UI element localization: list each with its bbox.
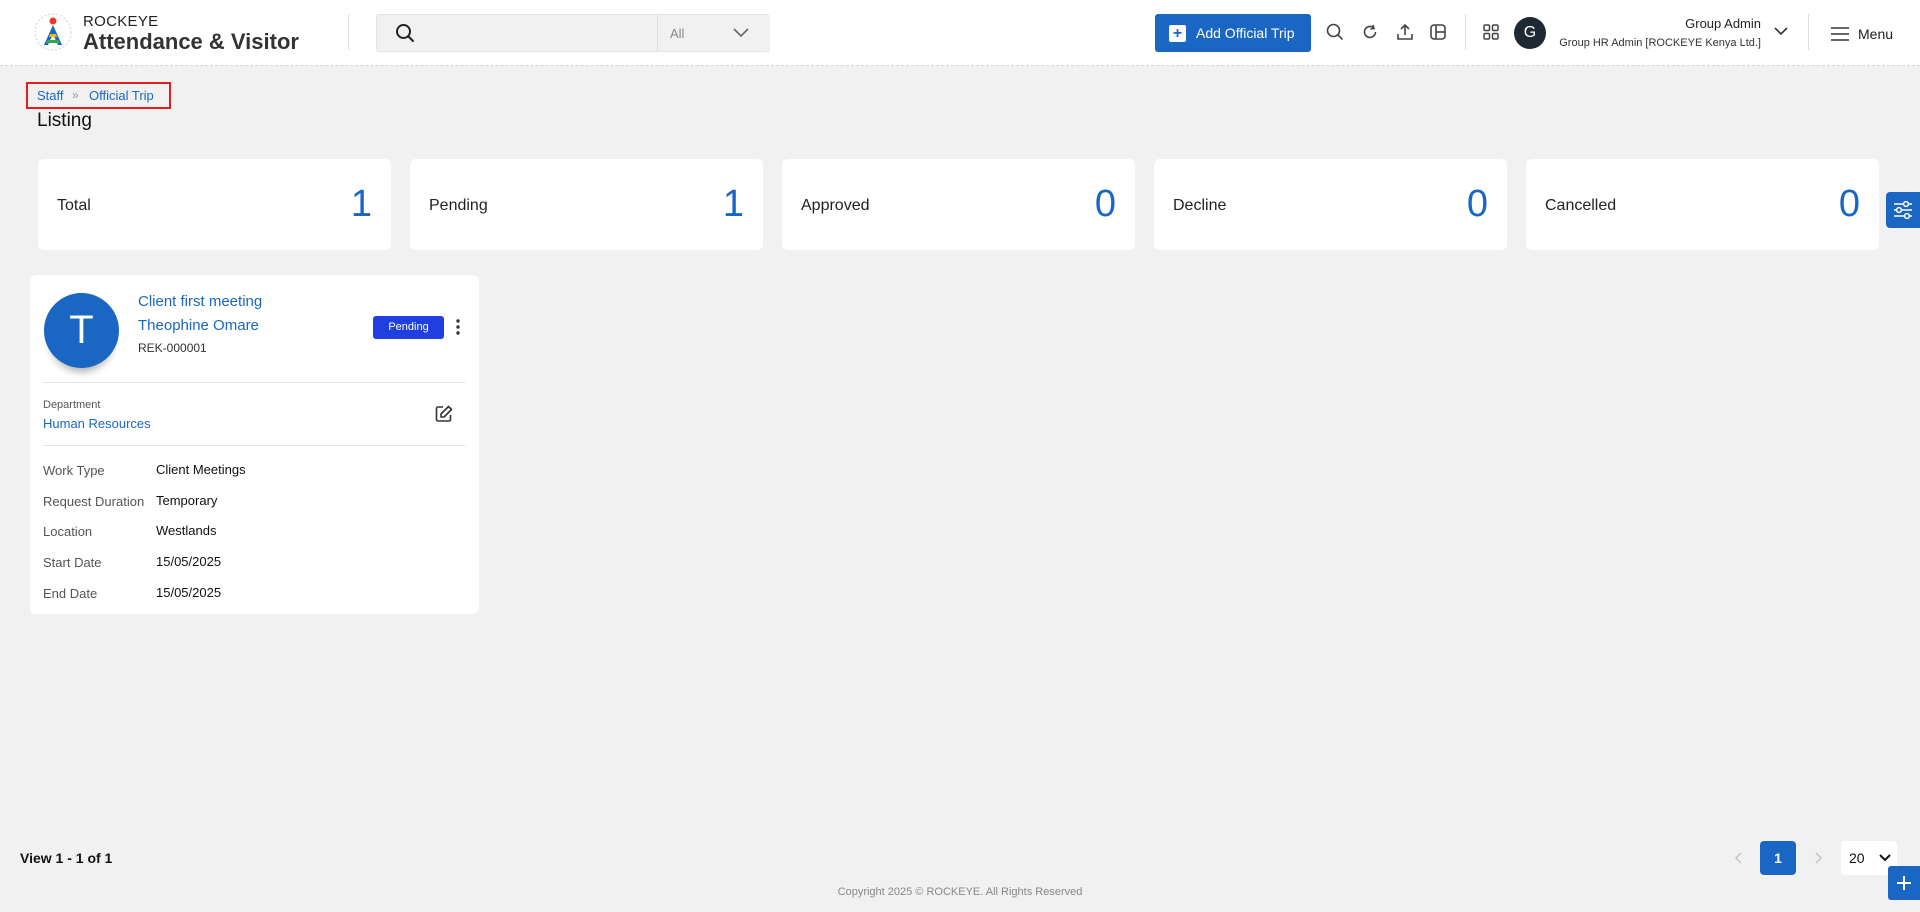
stat-label: Pending (429, 197, 488, 214)
stat-value: 0 (1838, 183, 1860, 225)
sliders-icon (1894, 200, 1912, 220)
rockeye-logo[interactable] (33, 12, 73, 52)
stat-label: Total (57, 197, 91, 214)
header-divider (348, 14, 349, 50)
edit-icon[interactable] (434, 404, 454, 424)
department-label: Department (43, 399, 101, 411)
employee-id: REK-000001 (138, 341, 207, 355)
search-icon (396, 24, 414, 42)
brand-top-text: ROCKEYE (83, 13, 159, 30)
breadcrumb-staff-link[interactable]: Staff (37, 88, 64, 103)
detail-value-start-date: 15/05/2025 (156, 554, 222, 569)
header-divider (1808, 14, 1809, 50)
stat-value: 0 (1094, 183, 1116, 225)
stat-label: Approved (801, 197, 870, 214)
detail-label-request-duration: Request Duration (43, 494, 145, 509)
stat-value: 1 (722, 183, 744, 225)
stat-label: Decline (1173, 197, 1227, 214)
stat-card-total[interactable]: Total 1 (38, 159, 391, 250)
user-role: Group HR Admin [ROCKEYE Kenya Ltd.] (1559, 37, 1761, 49)
search-box[interactable]: All (376, 14, 770, 52)
next-page-button[interactable] (1800, 841, 1836, 875)
apps-grid-icon[interactable] (1481, 22, 1501, 42)
card-divider (43, 445, 466, 446)
layout-icon[interactable] (1428, 22, 1448, 42)
app-name: Attendance & Visitor (83, 29, 299, 54)
stat-value: 1 (350, 183, 372, 225)
detail-label-work-type: Work Type (43, 463, 105, 478)
filter-settings-button[interactable] (1886, 192, 1920, 228)
breadcrumb-official-trip-link[interactable]: Official Trip (89, 88, 154, 103)
add-official-trip-button[interactable]: + Add Official Trip (1155, 14, 1311, 52)
employee-avatar: T (44, 293, 119, 368)
chevron-left-icon (1734, 852, 1742, 864)
official-trip-card[interactable]: T Client first meeting Theophine Omare R… (30, 275, 479, 614)
hamburger-icon (1831, 27, 1849, 41)
copyright-text: Copyright 2025 © ROCKEYE. All Rights Res… (837, 886, 1083, 898)
floating-add-button[interactable] (1888, 866, 1920, 900)
stat-card-cancelled[interactable]: Cancelled 0 (1526, 159, 1879, 250)
search-icon[interactable] (1325, 22, 1345, 42)
detail-value-location: Westlands (156, 523, 217, 538)
upload-icon[interactable] (1395, 22, 1415, 42)
employee-name[interactable]: Theophine Omare (138, 317, 259, 334)
refresh-icon[interactable] (1360, 22, 1380, 42)
plus-icon (1897, 876, 1911, 890)
detail-label-start-date: Start Date (43, 555, 102, 570)
chevron-down-icon[interactable] (1773, 25, 1789, 37)
stat-label: Cancelled (1545, 197, 1617, 214)
chevron-right-icon (1815, 852, 1823, 864)
stat-value: 0 (1466, 183, 1488, 225)
user-name[interactable]: Group Admin (1685, 16, 1761, 31)
search-filter-value: All (670, 26, 685, 41)
stat-card-approved[interactable]: Approved 0 (782, 159, 1135, 250)
search-filter-select[interactable]: All (657, 15, 770, 51)
detail-value-work-type: Client Meetings (156, 462, 246, 477)
chevron-down-icon (733, 28, 749, 38)
breadcrumb: Staff » Official Trip (26, 82, 171, 109)
add-official-trip-label: Add Official Trip (1196, 25, 1295, 41)
prev-page-button[interactable] (1721, 841, 1757, 875)
menu-button[interactable]: Menu (1830, 25, 1900, 43)
detail-value-end-date: 15/05/2025 (156, 585, 222, 600)
stat-card-decline[interactable]: Decline 0 (1154, 159, 1507, 250)
department-value[interactable]: Human Resources (43, 416, 151, 431)
top-header: ROCKEYE Attendance & Visitor All + Add O… (0, 0, 1920, 66)
page-button-current[interactable]: 1 (1760, 841, 1796, 875)
detail-label-location: Location (43, 524, 93, 539)
page-title: Listing (37, 110, 92, 131)
menu-label: Menu (1858, 26, 1894, 42)
trip-title[interactable]: Client first meeting (138, 293, 262, 310)
card-divider (43, 382, 466, 383)
page-size-value: 20 (1849, 850, 1865, 866)
breadcrumb-separator-icon: » (72, 88, 79, 102)
chevron-down-icon (1879, 854, 1891, 862)
detail-value-request-duration: Temporary (156, 493, 218, 508)
detail-label-end-date: End Date (43, 586, 98, 601)
status-badge: Pending (373, 316, 444, 339)
more-options-icon[interactable] (450, 317, 466, 337)
user-avatar[interactable]: G (1514, 17, 1546, 49)
stat-card-pending[interactable]: Pending 1 (410, 159, 763, 250)
pagination-info: View 1 - 1 of 1 (20, 850, 113, 866)
header-divider (1465, 14, 1466, 50)
plus-icon: + (1169, 25, 1186, 42)
